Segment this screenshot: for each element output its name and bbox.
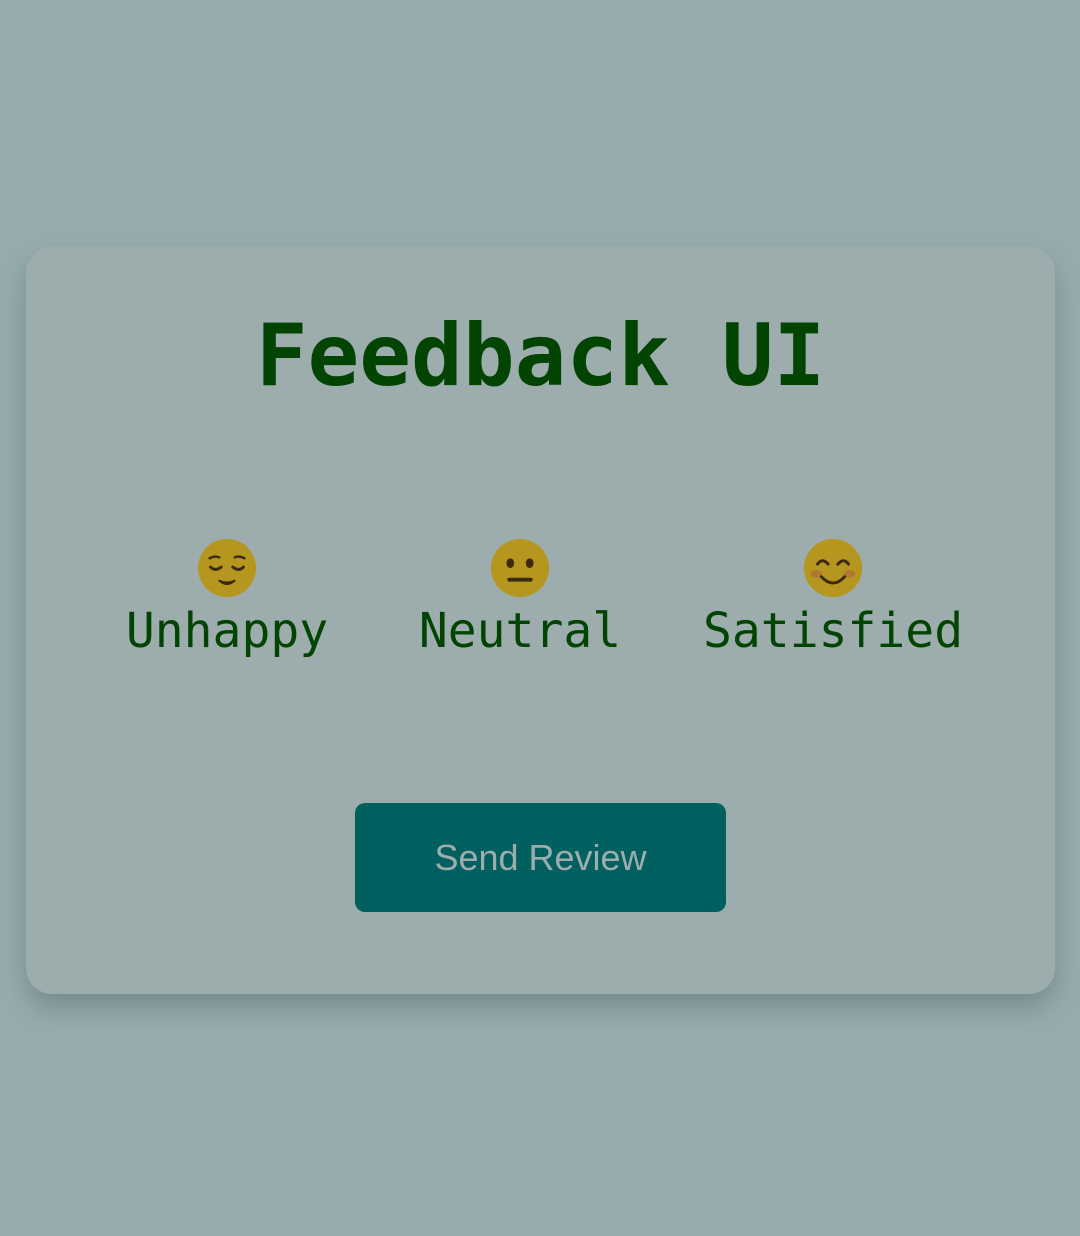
option-label: Unhappy <box>125 603 329 659</box>
send-review-button[interactable]: Send Review <box>355 803 726 912</box>
smiling-face-icon <box>803 538 863 598</box>
rating-option-unhappy[interactable]: Unhappy <box>97 537 357 658</box>
option-label: Satisfied <box>703 603 964 659</box>
relieved-face-icon <box>197 538 257 598</box>
option-label: Neutral <box>418 603 622 659</box>
rating-option-satisfied[interactable]: Satisfied <box>703 537 963 658</box>
neutral-face-icon <box>490 538 550 598</box>
rating-option-neutral[interactable]: Neutral <box>390 537 650 658</box>
page-title: Feedback UI <box>255 306 826 406</box>
feedback-card: Feedback UI Unhappy Neutral Satisfied Se… <box>26 247 1055 994</box>
